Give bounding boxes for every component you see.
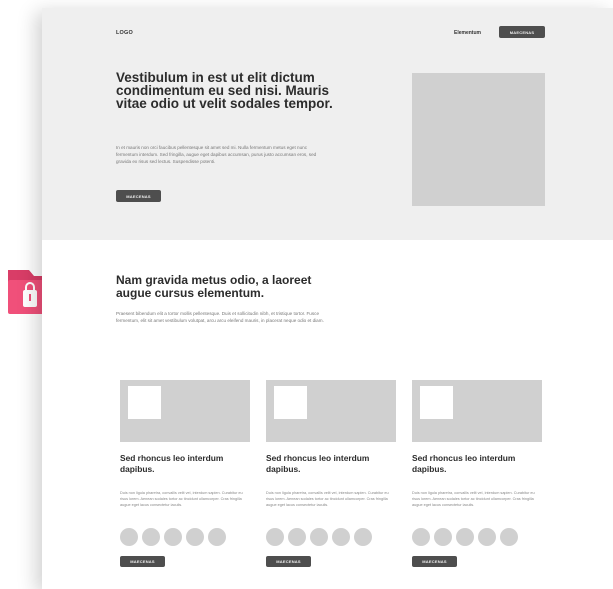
card-image-placeholder [266, 380, 396, 442]
avatar-placeholder[interactable] [412, 528, 430, 546]
hero-text: In et mauris non orci faucibus pellentes… [116, 145, 317, 164]
card-2: Sed rhoncus leo interdum dapibus. Duis n… [266, 380, 396, 580]
section-title: Nam gravida metus odio, a laoreet augue … [116, 273, 312, 300]
avatar-placeholder[interactable] [456, 528, 474, 546]
card-title: Sed rhoncus leo interdum dapibus. [266, 453, 370, 474]
wireframe-page: LOGO Elementum MAECENAS Vestibulum in es… [42, 8, 613, 589]
nav-maecenas-button[interactable]: MAECENAS [499, 26, 545, 38]
avatar-placeholder[interactable] [434, 528, 452, 546]
card-avatar-row [412, 528, 518, 546]
avatar-placeholder[interactable] [142, 528, 160, 546]
logo[interactable]: LOGO [116, 30, 133, 36]
card-1: Sed rhoncus leo interdum dapibus. Duis n… [120, 380, 250, 580]
card-title: Sed rhoncus leo interdum dapibus. [120, 453, 224, 474]
avatar-placeholder[interactable] [478, 528, 496, 546]
card-image-placeholder [120, 380, 250, 442]
section-text: Praesent bibendum elit a tortor mollis p… [116, 311, 324, 323]
card-title: Sed rhoncus leo interdum dapibus. [412, 453, 516, 474]
card-maecenas-button[interactable]: MAECENAS [120, 556, 165, 567]
card-thumbnail [128, 386, 161, 419]
card-3: Sed rhoncus leo interdum dapibus. Duis n… [412, 380, 542, 580]
card-text: Duis non ligula pharetra, convallis veli… [266, 491, 389, 507]
hero-title: Vestibulum in est ut elit dictum condime… [116, 70, 333, 111]
card-image-placeholder [412, 380, 542, 442]
card-avatar-row [266, 528, 372, 546]
avatar-placeholder[interactable] [208, 528, 226, 546]
card-text: Duis non ligula pharetra, convallis veli… [412, 491, 535, 507]
avatar-placeholder[interactable] [186, 528, 204, 546]
card-thumbnail [274, 386, 307, 419]
avatar-placeholder[interactable] [354, 528, 372, 546]
avatar-placeholder[interactable] [500, 528, 518, 546]
hero-image-placeholder [412, 73, 545, 206]
hero-section: LOGO Elementum MAECENAS Vestibulum in es… [42, 8, 613, 240]
avatar-placeholder[interactable] [288, 528, 306, 546]
avatar-placeholder[interactable] [120, 528, 138, 546]
avatar-placeholder[interactable] [310, 528, 328, 546]
card-maecenas-button[interactable]: MAECENAS [412, 556, 457, 567]
card-avatar-row [120, 528, 226, 546]
nav-link-elementum[interactable]: Elementum [454, 30, 481, 36]
avatar-placeholder[interactable] [266, 528, 284, 546]
avatar-placeholder[interactable] [164, 528, 182, 546]
card-maecenas-button[interactable]: MAECENAS [266, 556, 311, 567]
avatar-placeholder[interactable] [332, 528, 350, 546]
card-text: Duis non ligula pharetra, convallis veli… [120, 491, 243, 507]
card-thumbnail [420, 386, 453, 419]
hero-maecenas-button[interactable]: MAECENAS [116, 190, 161, 202]
